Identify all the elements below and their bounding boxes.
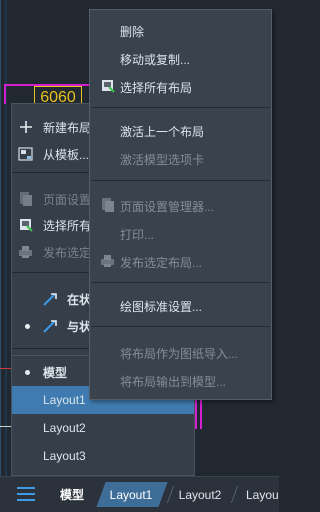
cad-line [195,399,197,429]
ctx-item-delete[interactable]: 删除 [90,16,271,44]
menu-separator [91,326,270,327]
list-item-label: Layout2 [43,421,86,435]
ctx-item-move-copy[interactable]: 移动或复制... [90,44,271,72]
ctx-item-import-layout-as-sheet[interactable]: 将布局作为图纸导入... [90,338,271,366]
plus-icon [18,119,34,135]
cad-line [5,0,7,476]
ctx-item-label: 移动或复制... [120,53,191,67]
ctx-item-label: 发布选定布局... [120,256,203,270]
ctx-item-label: 激活模型选项卡 [120,153,205,167]
ctx-item-print[interactable]: 打印... [90,219,271,247]
tab-label: 模型 [59,488,84,502]
tab-label: Layou [246,487,279,502]
menu-item-label: 发布选定 [43,245,92,260]
list-item-label: Layout1 [43,393,86,407]
cad-line [4,84,6,104]
publish-icon [18,244,34,260]
list-item-layout2[interactable]: Layout2 [12,414,194,442]
publish-icon [100,253,116,269]
page-setup-icon [100,197,116,213]
list-item-layout3[interactable]: Layout3 [12,442,194,470]
menu-separator [91,107,270,108]
ctx-item-publish-selected[interactable]: 发布选定布局... [90,247,271,275]
tab-model[interactable]: 模型 [50,477,94,512]
ctx-item-label: 激活上一个布局 [120,125,205,139]
menu-item-label: 与状 [67,319,92,334]
tab-label: Layout2 [178,487,222,502]
ctx-item-label: 绘图标准设置... [120,300,203,314]
list-item-label: Layout3 [43,449,86,463]
tab-layout3[interactable]: Layou [236,477,296,512]
ctx-item-select-all-layouts[interactable]: 选择所有布局 [90,72,271,100]
toolbar-icon [42,318,58,334]
template-icon [18,146,34,162]
tab-label: Layout1 [109,487,153,502]
ctx-item-label: 将布局作为图纸导入... [120,347,239,361]
ctx-item-activate-previous[interactable]: 激活上一个布局 [90,116,271,144]
selected-bullet [25,324,30,329]
ctx-item-page-setup-manager[interactable]: 页面设置管理器... [90,191,271,219]
selected-bullet [25,370,30,375]
menu-separator [91,180,270,181]
tab-layout1[interactable]: Layout1 [95,477,168,512]
ctx-item-label: 删除 [120,25,145,39]
select-layouts-icon [100,78,116,94]
cad-line [0,426,11,427]
ctx-item-drawing-standards[interactable]: 绘图标准设置... [90,291,271,319]
cad-line [0,368,11,369]
menu-item-label: 新建布局 [43,120,92,135]
menu-item-label: 从模板... [43,147,90,162]
menu-item-label: 在状 [67,292,92,307]
hamburger-menu-icon[interactable] [17,487,35,501]
menu-separator [91,282,270,283]
ctx-item-label: 页面设置管理器... [120,200,215,214]
statusbar-icon [42,291,58,307]
tab-layout2[interactable]: Layout2 [168,477,232,512]
menu-item-label: 页面设置 [43,192,92,207]
ctx-item-label: 选择所有布局 [120,81,193,95]
ctx-item-export-layout-to-model[interactable]: 将布局输出到模型... [90,366,271,394]
ctx-item-label: 打印... [120,228,155,242]
menu-item-label: 选择所有 [43,218,92,233]
ctx-item-activate-model[interactable]: 激活模型选项卡 [90,144,271,172]
ctx-item-label: 将布局输出到模型... [120,375,227,389]
list-item-label: 模型 [43,365,68,380]
select-all-icon [18,217,34,233]
page-setup-icon [18,191,34,207]
layout-context-menu: 删除 移动或复制... 选择所有布局 激活上一个布局 激活模型选项卡 页面设置管… [89,9,272,400]
cad-line [0,0,1,476]
cad-line [200,399,202,429]
layout-tab-bar: 模型 Layout1 Layout2 Layou [0,476,279,512]
